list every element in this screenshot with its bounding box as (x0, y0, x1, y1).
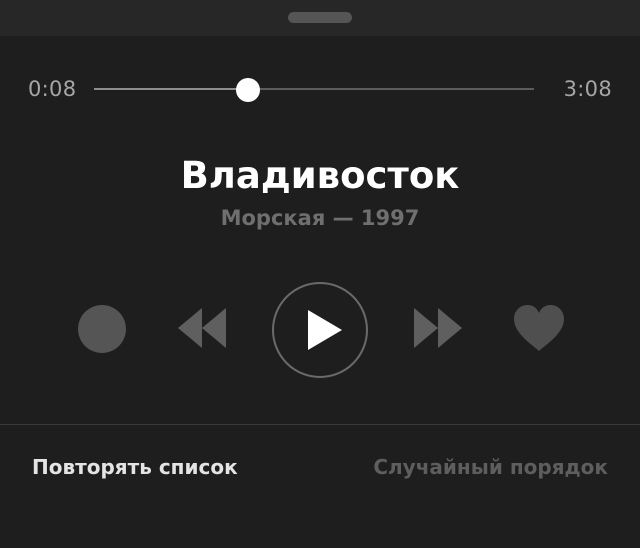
elapsed-time: 0:08 (28, 77, 77, 101)
record-button[interactable] (77, 304, 127, 354)
drag-handle[interactable] (288, 12, 352, 23)
seek-bar[interactable] (94, 78, 534, 102)
seek-progress (94, 88, 248, 90)
track-title: Владивосток (180, 154, 460, 197)
rewind-icon (178, 308, 226, 348)
total-time: 3:08 (563, 77, 612, 101)
fast-forward-button[interactable] (412, 306, 464, 350)
rewind-button[interactable] (176, 306, 228, 350)
seek-thumb[interactable] (236, 78, 260, 102)
fast-forward-icon (414, 308, 462, 348)
repeat-list-toggle[interactable]: Повторять список (32, 453, 238, 481)
record-icon (78, 305, 126, 353)
heart-icon (514, 305, 564, 351)
play-button[interactable] (270, 280, 370, 380)
like-button[interactable] (512, 304, 566, 354)
track-subtitle[interactable]: Морская — 1997 (0, 204, 640, 232)
shuffle-toggle[interactable]: Случайный порядок (373, 453, 608, 481)
divider (0, 424, 640, 425)
sheet-header (0, 0, 640, 36)
play-icon (308, 310, 342, 350)
